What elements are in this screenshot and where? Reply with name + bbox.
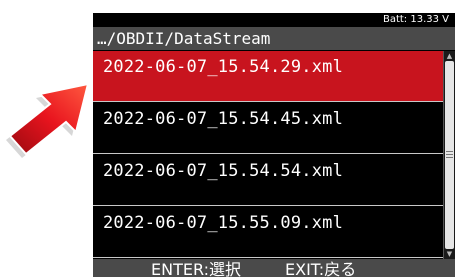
path-header: …/OBDII/DataStream (93, 27, 455, 50)
file-name: 2022-06-07_15.55.09.xml (103, 213, 344, 233)
current-path: …/OBDII/DataStream (97, 29, 271, 48)
pointer-arrow-icon (0, 74, 100, 164)
status-bar: Batt: 13.33 V (93, 13, 455, 27)
file-name: 2022-06-07_15.54.45.xml (103, 109, 344, 129)
file-row-1[interactable]: 2022-06-07_15.54.29.xml (93, 51, 443, 102)
file-name: 2022-06-07_15.54.29.xml (103, 57, 344, 77)
footer-bar: ENTER:選択 EXIT:戻る (93, 259, 455, 277)
file-row-4[interactable]: 2022-06-07_15.55.09.xml (93, 207, 443, 258)
scroll-up-icon[interactable]: ▲ (445, 51, 454, 61)
file-row-2[interactable]: 2022-06-07_15.54.45.xml (93, 103, 443, 154)
scroll-down-icon[interactable]: ▼ (445, 249, 454, 259)
exit-back-hint[interactable]: EXIT:戻る (285, 259, 356, 277)
scrollbar[interactable]: ▲ ▼ (443, 51, 455, 259)
enter-select-hint[interactable]: ENTER:選択 (151, 259, 241, 277)
device-screen: Batt: 13.33 V …/OBDII/DataStream 2022-06… (93, 13, 455, 277)
file-list: 2022-06-07_15.54.29.xml 2022-06-07_15.54… (93, 51, 443, 259)
file-row-3[interactable]: 2022-06-07_15.54.54.xml (93, 155, 443, 206)
file-name: 2022-06-07_15.54.54.xml (103, 161, 344, 181)
grip-icon (446, 150, 453, 158)
scroll-thumb[interactable] (445, 61, 454, 249)
battery-voltage: Batt: 13.33 V (382, 14, 449, 25)
